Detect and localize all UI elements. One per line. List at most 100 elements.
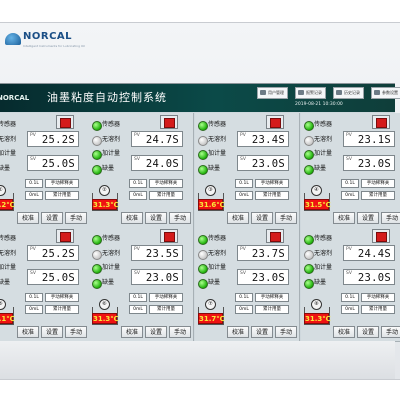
calibrate-button[interactable]: 校准 (333, 212, 355, 224)
dose-volume-field[interactable]: 0.1L (25, 179, 43, 188)
status-led-icon (198, 278, 208, 289)
calibrate-button[interactable]: 校准 (121, 212, 143, 224)
dosed-amount-readout: 0mL (25, 305, 43, 314)
calibrate-button[interactable]: 校准 (227, 326, 249, 338)
stop-toggle-button[interactable] (160, 229, 178, 243)
dose-volume-field[interactable]: 0.1L (129, 179, 147, 188)
sv-tag: SV (134, 157, 140, 162)
sv-input[interactable]: SV 23.0S (131, 269, 183, 285)
manual-dilution-toggle[interactable]: 手动稀释关 (361, 293, 395, 302)
calibrate-button[interactable]: 校准 (333, 326, 355, 338)
controller-casing: NORCAL Intelligent Instruments for Lubri… (0, 22, 400, 380)
stop-toggle-button[interactable] (372, 229, 390, 243)
status-row: 加计量 (198, 262, 238, 277)
calibrate-button[interactable]: 校准 (17, 326, 39, 338)
sv-input[interactable]: SV 23.0S (343, 269, 395, 285)
settings-button[interactable]: 设置 (145, 326, 167, 338)
dose-volume-field[interactable]: 0.1L (341, 179, 359, 188)
manual-dilution-toggle[interactable]: 手动稀释关 (255, 179, 289, 188)
manual-dilution-toggle[interactable]: 手动稀释关 (45, 179, 79, 188)
channel-panel: 传感器 无溶剂 加计量 缺墨 PV 25.2S SV 25.0S 0.1L 手动… (0, 113, 90, 228)
pv-tag: PV (134, 247, 140, 252)
sv-input[interactable]: SV 23.0S (343, 155, 395, 171)
pv-tag: PV (346, 247, 352, 252)
manual-dilution-toggle[interactable]: 手动稀释关 (149, 293, 183, 302)
sv-input[interactable]: SV 23.0S (237, 155, 289, 171)
calibrate-button[interactable]: 校准 (121, 326, 143, 338)
pv-tag: PV (30, 133, 36, 138)
dosed-amount-readout: 0mL (341, 305, 359, 314)
history-button[interactable]: 历史记录 (333, 87, 364, 99)
manual-button[interactable]: 手动 (65, 326, 87, 338)
dosed-amount-readout: 0mL (235, 191, 253, 200)
stop-toggle-button[interactable] (372, 115, 390, 129)
status-label: 缺墨 (208, 164, 221, 172)
calibrate-button[interactable]: 校准 (17, 212, 39, 224)
settings-button[interactable]: 设置 (145, 212, 167, 224)
manual-button[interactable]: 手动 (381, 212, 400, 224)
total-usage-button[interactable]: 累计用量 (149, 305, 183, 314)
stop-toggle-button[interactable] (160, 115, 178, 129)
status-led-icon (198, 249, 208, 260)
settings-button[interactable]: 设置 (41, 326, 63, 338)
brand-mark-icon (5, 33, 21, 45)
status-label: 传感器 (0, 121, 17, 128)
settings-button[interactable]: 设置 (357, 212, 379, 224)
manual-button[interactable]: 手动 (169, 326, 191, 338)
manual-dilution-toggle[interactable]: 手动稀释关 (361, 179, 395, 188)
manual-button[interactable]: 手动 (169, 212, 191, 224)
manual-button[interactable]: 手动 (381, 326, 400, 338)
manual-dilution-toggle[interactable]: 手动稀释关 (45, 293, 79, 302)
settings-button[interactable]: 设置 (251, 212, 273, 224)
dose-volume-field[interactable]: 0.1L (129, 293, 147, 302)
status-label: 传感器 (314, 235, 333, 242)
status-row: 无溶剂 (92, 134, 132, 149)
manual-dilution-toggle[interactable]: 手动稀释关 (149, 179, 183, 188)
user-management-button[interactable]: 用户管理 (257, 87, 288, 99)
temperature-readout: 31.6℃ (198, 199, 225, 210)
status-indicators: 传感器 无溶剂 加计量 缺墨 (0, 233, 28, 291)
total-usage-button[interactable]: 累计用量 (361, 191, 395, 200)
manual-dilution-toggle[interactable]: 手动稀释关 (255, 293, 289, 302)
status-label: 无溶剂 (0, 249, 17, 257)
stop-toggle-button[interactable] (266, 229, 284, 243)
settings-button[interactable]: 设置 (251, 326, 273, 338)
total-usage-button[interactable]: 累计用量 (361, 305, 395, 314)
sv-input[interactable]: SV 25.0S (27, 155, 79, 171)
stop-toggle-button[interactable] (56, 115, 74, 129)
sv-input[interactable]: SV 23.0S (237, 269, 289, 285)
calibrate-button[interactable]: 校准 (227, 212, 249, 224)
total-usage-button[interactable]: 累计用量 (149, 191, 183, 200)
dose-volume-field[interactable]: 0.1L (341, 293, 359, 302)
manual-button[interactable]: 手动 (275, 326, 297, 338)
settings-button[interactable]: 设置 (357, 326, 379, 338)
manual-button[interactable]: 手动 (275, 212, 297, 224)
dose-volume-field[interactable]: 0.1L (235, 179, 253, 188)
status-led-icon (304, 121, 314, 131)
stop-toggle-button[interactable] (266, 115, 284, 129)
sv-value: 25.0S (41, 272, 75, 284)
status-row: 无溶剂 (0, 134, 28, 149)
total-usage-button[interactable]: 累计用量 (255, 191, 289, 200)
manual-button[interactable]: 手动 (65, 212, 87, 224)
settings-button[interactable]: 设置 (41, 212, 63, 224)
status-row: 无溶剂 (92, 248, 132, 263)
sv-input[interactable]: SV 24.0S (131, 155, 183, 171)
status-label: 加计量 (102, 150, 121, 158)
status-row: 传感器 (0, 233, 28, 248)
pv-tag: PV (30, 247, 36, 252)
parameter-settings-label: 参数设置 (382, 90, 398, 95)
parameter-settings-button[interactable]: 参数设置 (371, 87, 400, 99)
sv-input[interactable]: SV 25.0S (27, 269, 79, 285)
total-usage-button[interactable]: 累计用量 (45, 305, 79, 314)
dosed-amount-readout: 0mL (129, 191, 147, 200)
dose-volume-field[interactable]: 0.1L (235, 293, 253, 302)
total-usage-button[interactable]: 累计用量 (45, 191, 79, 200)
stop-toggle-button[interactable] (56, 229, 74, 243)
sv-value: 23.0S (251, 158, 285, 170)
status-led-icon (198, 264, 208, 275)
total-usage-button[interactable]: 累计用量 (255, 305, 289, 314)
dose-volume-field[interactable]: 0.1L (25, 293, 43, 302)
alarm-log-button[interactable]: 报警记录 (295, 87, 326, 99)
status-led-icon (92, 164, 102, 175)
